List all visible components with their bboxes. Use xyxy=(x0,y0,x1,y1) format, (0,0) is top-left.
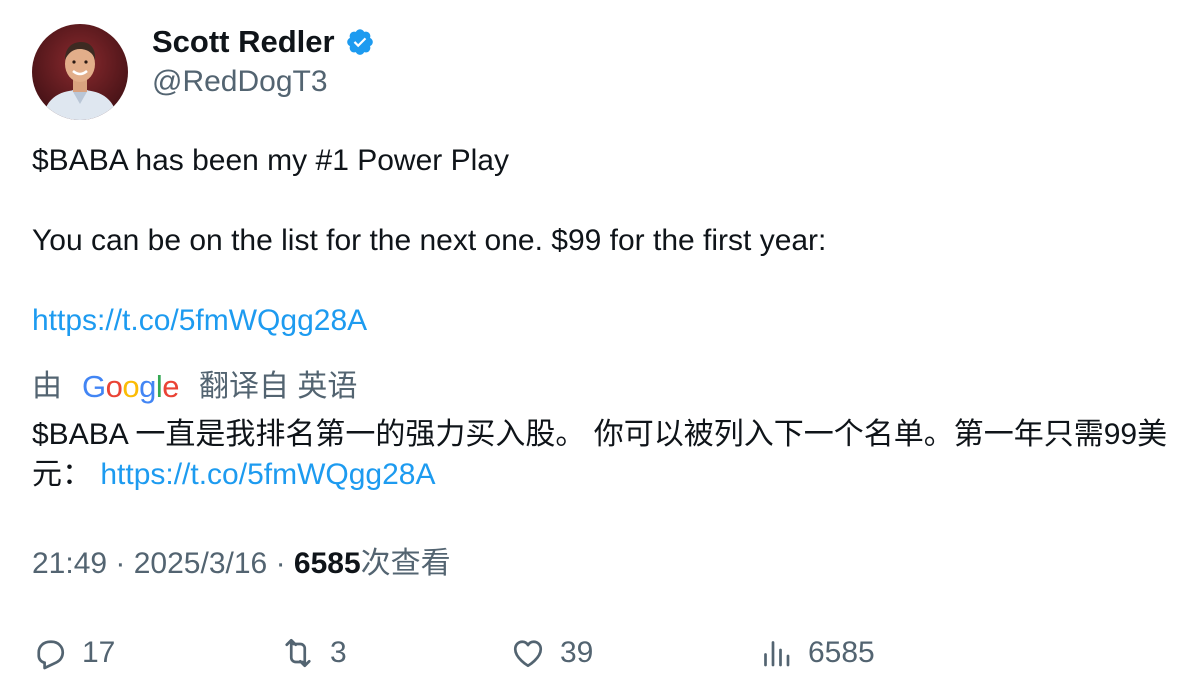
views-count: 6585 xyxy=(293,547,361,580)
reply-count: 17 xyxy=(82,636,116,669)
analytics-icon xyxy=(764,641,790,667)
views-button[interactable]: 6585 xyxy=(758,631,875,675)
tweet-link[interactable]: https://t.co/5fmWQgg28A xyxy=(32,301,367,341)
views-label: 次查看 xyxy=(360,547,451,580)
display-name-text: Scott Redler xyxy=(152,24,335,59)
reply-button[interactable]: 17 xyxy=(32,631,115,675)
retweet-button[interactable]: 3 xyxy=(280,631,347,675)
tweet-time[interactable]: 21:49 xyxy=(32,547,107,580)
tweet-text-line-1: $BABA has been my #1 Power Play xyxy=(32,144,509,177)
translated-text: $BABA 一直是我排名第一的强力买入股。 你可以被列入下一个名单。第一年只需9… xyxy=(32,415,1172,495)
views-action-count: 6585 xyxy=(808,636,875,669)
meta-separator: · xyxy=(275,547,294,580)
like-count: 39 xyxy=(560,636,594,669)
tweet-meta: 21:49 · 2025/3/16 · 6585次查看 xyxy=(32,544,451,584)
like-button[interactable]: 39 xyxy=(510,631,593,675)
meta-separator: · xyxy=(115,547,134,580)
translation-attribution: 由 Google 翻译自 英语 xyxy=(32,366,357,408)
reply-icon xyxy=(37,640,65,670)
tweet-text-line-2: You can be on the list for the next one.… xyxy=(32,224,827,257)
avatar-image xyxy=(32,24,128,120)
tweet: Scott Redler @RedDogT3 $BABA has been my… xyxy=(0,0,1196,698)
google-logo: Google xyxy=(82,369,180,404)
translation-prefix: 由 xyxy=(32,370,62,403)
author-handle[interactable]: @RedDogT3 xyxy=(152,62,328,102)
tweet-date[interactable]: 2025/3/16 xyxy=(134,547,267,580)
display-name[interactable]: Scott Redler xyxy=(152,22,375,62)
retweet-icon xyxy=(285,638,311,668)
verified-badge-icon xyxy=(345,27,375,57)
translation-suffix: 翻译自 英语 xyxy=(199,370,358,403)
avatar[interactable] xyxy=(32,24,128,120)
heart-icon xyxy=(513,640,543,668)
translated-link[interactable]: https://t.co/5fmWQgg28A xyxy=(100,458,435,491)
retweet-count: 3 xyxy=(330,636,347,669)
